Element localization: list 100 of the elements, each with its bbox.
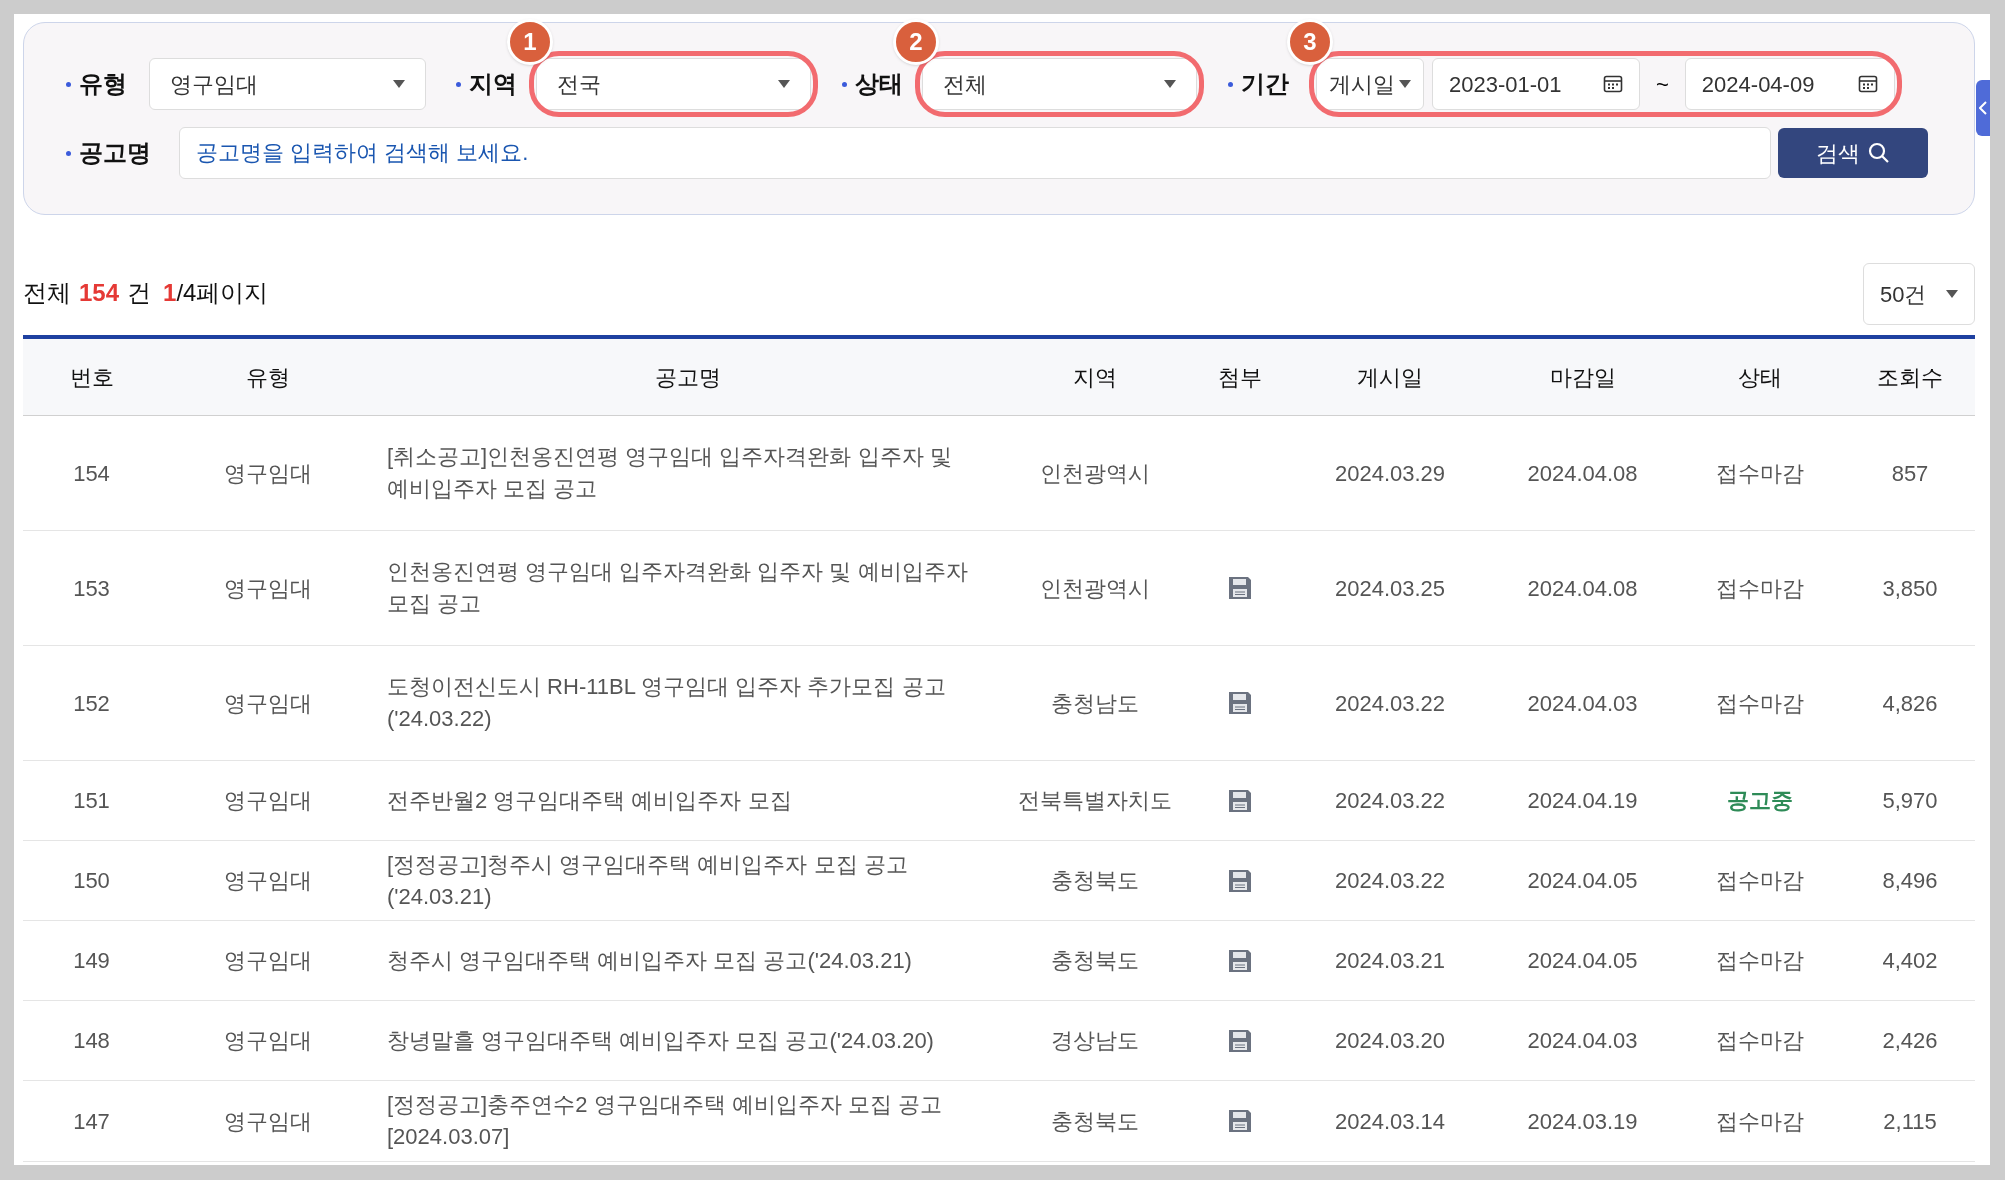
dropdown[interactable]: 게시일 — [1316, 58, 1424, 110]
table-cell-text: 영구임대 — [223, 459, 312, 488]
table-cell-text: 154 — [73, 459, 110, 488]
caret-icon — [1164, 80, 1176, 88]
filter-label: 상태 — [855, 69, 903, 99]
bullet-icon — [1228, 81, 1233, 87]
annotation-badge: 2 — [893, 19, 939, 65]
search-button[interactable]: 검색 — [1778, 128, 1928, 178]
calendar-icon — [1857, 74, 1878, 94]
table-cell-text: 2024.04.03 — [1527, 689, 1638, 718]
table-cell-text: 2024.03.21 — [1334, 947, 1446, 975]
table-cell-text: 2024.03.22 — [1334, 787, 1446, 815]
table-cell-text: 2024.03.22 — [1334, 867, 1446, 895]
table-cell-text: 2024.03.22 — [1334, 689, 1446, 718]
filter-label: 기간 — [1241, 69, 1289, 99]
table-cell-text: 3,850 — [1882, 574, 1938, 603]
caret-icon — [778, 80, 790, 88]
table-cell-text: 충청북도 — [1051, 867, 1139, 895]
annotation-badge: 1 — [507, 19, 553, 65]
notice-title-link[interactable]: [정정공고]충주연수2 영구임대주택 예비입주자 모집 공고 [2024.03.07] — [387, 1089, 1000, 1153]
date-field[interactable]: 2023-01-01 — [1432, 58, 1640, 110]
table-cell-text: 857 — [1891, 459, 1929, 488]
column-header: 공고명 — [654, 363, 721, 392]
notice-title-link[interactable]: 도청이전신도시 RH-11BL 영구임대 입주자 추가모집 공고 ('24.03.22) — [387, 671, 1000, 735]
range-separator: ~ — [1655, 70, 1670, 99]
table-cell-text: 148 — [73, 1027, 110, 1055]
notice-title-link[interactable]: 청주시 영구임대주택 예비입주자 모집 공고('24.03.21) — [387, 944, 1000, 977]
table-cell-text: 149 — [73, 947, 110, 975]
page-count: /4페이지 — [176, 278, 269, 308]
table-cell-text: 인천광역시 — [1040, 574, 1150, 603]
table-cell-text: 150 — [73, 867, 110, 895]
table-cell-text: 153 — [73, 574, 110, 603]
status-text: 접수마감 — [1716, 574, 1804, 603]
status-text: 공고중 — [1727, 787, 1793, 815]
table-cell-text: 충청남도 — [1051, 689, 1139, 718]
table-cell-text: 2024.04.05 — [1527, 867, 1638, 895]
table-cell-text: 영구임대 — [223, 1027, 312, 1055]
table-cell-text: 2024.04.08 — [1527, 574, 1638, 603]
current-page: 1 — [163, 278, 177, 308]
table-cell-text: 충청북도 — [1051, 947, 1139, 975]
table-cell-text: 4,402 — [1882, 947, 1938, 975]
column-header: 지역 — [1073, 363, 1117, 392]
search-icon — [1868, 142, 1890, 164]
table-cell-text: 영구임대 — [223, 867, 312, 895]
table-cell-text: 영구임대 — [223, 1107, 312, 1136]
table-cell-text: 영구임대 — [223, 947, 312, 975]
table-cell-text: 전북특별자치도 — [1018, 787, 1172, 815]
column-header: 마감일 — [1549, 363, 1616, 392]
table-cell-text: 5,970 — [1882, 787, 1938, 815]
search-field[interactable]: 공고명을 입력하여 검색해 보세요. — [179, 127, 1771, 179]
table-cell-text: 충청북도 — [1051, 1107, 1139, 1136]
calendar-icon — [1603, 74, 1623, 94]
dropdown[interactable]: 전국 — [536, 58, 811, 110]
column-header: 번호 — [69, 363, 114, 392]
table-cell-text: 147 — [73, 1107, 110, 1136]
table-cell-text: 2024.03.25 — [1334, 574, 1446, 603]
table-cell-text: 인천광역시 — [1040, 459, 1150, 488]
status-text: 접수마감 — [1716, 867, 1804, 895]
table-cell-text: 영구임대 — [223, 574, 312, 603]
column-header: 첨부 — [1218, 363, 1262, 392]
table-cell-text: 151 — [73, 787, 110, 815]
filter-label: 지역 — [469, 69, 517, 99]
caret-icon — [393, 80, 405, 88]
table-cell-text: 152 — [73, 689, 110, 718]
table-cell-text: 2024.03.29 — [1334, 459, 1446, 488]
notice-title-link[interactable]: 창녕말흘 영구임대주택 예비입주자 모집 공고('24.03.20) — [387, 1024, 1000, 1057]
table-cell-text: 경상남도 — [1051, 1027, 1139, 1055]
table-cell-text: 2024.04.05 — [1527, 947, 1638, 975]
column-header: 게시일 — [1357, 363, 1423, 392]
column-header: 상태 — [1738, 363, 1782, 392]
dropdown[interactable]: 전체 — [922, 58, 1197, 110]
notice-title-link[interactable]: [취소공고]인천옹진연평 영구임대 입주자격완화 입주자 및 예비입주자 모집 공고 — [387, 441, 1000, 505]
notice-title-link[interactable]: 전주반월2 영구임대주택 예비입주자 모집 — [387, 784, 1000, 817]
bullet-icon — [842, 81, 847, 87]
total-label: 전체 — [23, 278, 71, 308]
table-cell-text: 2024.03.19 — [1527, 1107, 1638, 1136]
table-cell-text: 2024.03.14 — [1334, 1107, 1446, 1136]
annotation-badge: 3 — [1287, 19, 1333, 65]
column-header: 유형 — [245, 363, 290, 392]
table-cell-text: 8,496 — [1882, 867, 1938, 895]
chevron-left-icon — [1979, 101, 1987, 115]
status-text: 접수마감 — [1716, 947, 1804, 975]
table-cell-text: 4,826 — [1882, 689, 1938, 718]
notice-title-link[interactable]: [정정공고]청주시 영구임대주택 예비입주자 모집 공고('24.03.21) — [387, 848, 1000, 913]
table-cell-text: 2024.04.08 — [1527, 459, 1638, 488]
caret-icon — [1946, 290, 1958, 298]
notice-title-link[interactable]: 인천옹진연평 영구임대 입주자격완화 입주자 및 예비입주자 모집 공고 — [387, 556, 1000, 620]
status-text: 접수마감 — [1716, 689, 1804, 718]
page-size-dropdown[interactable]: 50건 — [1863, 263, 1975, 325]
table-cell-text: 2024.03.20 — [1334, 1027, 1446, 1055]
date-field[interactable]: 2024-04-09 — [1684, 58, 1895, 110]
status-text: 접수마감 — [1716, 459, 1804, 488]
filter-label: 유형 — [79, 69, 127, 99]
table-cell-text: 2,115 — [1883, 1107, 1937, 1136]
table-cell-text: 2024.04.19 — [1527, 787, 1638, 815]
status-text: 접수마감 — [1716, 1107, 1804, 1136]
total-count: 154 — [79, 278, 120, 308]
dropdown[interactable]: 영구임대 — [149, 58, 426, 110]
side-panel-tab[interactable] — [1976, 80, 1990, 136]
column-header: 조회수 — [1877, 363, 1943, 392]
